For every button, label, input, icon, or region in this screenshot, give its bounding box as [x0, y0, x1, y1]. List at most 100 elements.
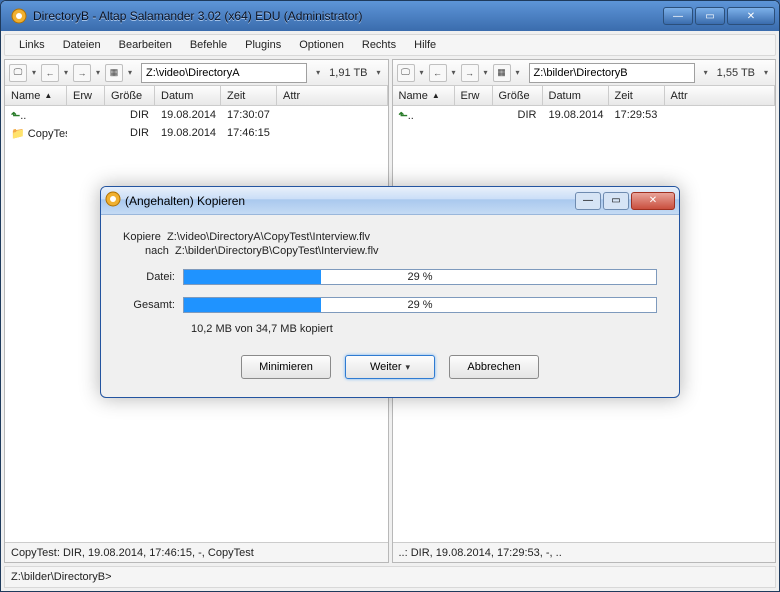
copy-to-label: nach: [145, 245, 169, 257]
back-button[interactable]: ←: [429, 64, 447, 82]
left-status: CopyTest: DIR, 19.08.2014, 17:46:15, -, …: [5, 542, 388, 562]
list-item[interactable]: ⬑.. DIR 19.08.2014 17:29:53: [393, 106, 776, 124]
file-progress-text: 29 %: [184, 270, 656, 284]
total-progress-label: Gesamt:: [123, 299, 183, 311]
titlebar[interactable]: DirectoryB - Altap Salamander 3.02 (x64)…: [1, 1, 779, 31]
close-button[interactable]: ✕: [727, 7, 775, 25]
left-toolbar: 🖵 ▾ ← ▾ → ▾ ▦ ▾ Z:\video\DirectoryA ▾ 1,…: [5, 60, 388, 86]
dialog-title: (Angehalten) Kopieren: [121, 194, 573, 208]
right-path[interactable]: Z:\bilder\DirectoryB: [529, 63, 695, 83]
btn-label: Weiter: [370, 361, 402, 373]
window-title: DirectoryB - Altap Salamander 3.02 (x64)…: [33, 9, 663, 23]
copy-to-path: Z:\bilder\DirectoryB\CopyTest\Interview.…: [175, 245, 379, 257]
left-header: Name ▲ Erw Größe Datum Zeit Attr: [5, 86, 388, 106]
col-attr[interactable]: Attr: [665, 86, 776, 105]
menu-links[interactable]: Links: [11, 37, 53, 53]
menu-hilfe[interactable]: Hilfe: [406, 37, 444, 53]
file-name: ..: [20, 110, 26, 122]
dialog-buttons: Minimieren Weiter ▾ Abbrechen: [123, 355, 657, 379]
col-erw[interactable]: Erw: [455, 86, 493, 105]
file-date: 19.08.2014: [155, 109, 221, 121]
path-dropdown[interactable]: ▾: [701, 64, 711, 82]
forward-dropdown[interactable]: ▾: [93, 64, 103, 82]
left-path[interactable]: Z:\video\DirectoryA: [141, 63, 307, 83]
file-progress-bar: 29 %: [183, 269, 657, 285]
free-dropdown[interactable]: ▾: [761, 64, 771, 82]
file-time: 17:30:07: [221, 109, 277, 121]
maximize-button[interactable]: ▭: [695, 7, 725, 25]
sort-asc-icon: ▲: [44, 91, 52, 100]
continue-button[interactable]: Weiter ▾: [345, 355, 435, 379]
file-date: 19.08.2014: [155, 127, 221, 139]
minimize-button[interactable]: Minimieren: [241, 355, 331, 379]
list-item[interactable]: 📁 CopyTest DIR 19.08.2014 17:46:15: [5, 124, 388, 142]
btn-label: Abbrechen: [467, 361, 520, 373]
col-zeit[interactable]: Zeit: [221, 86, 277, 105]
free-dropdown[interactable]: ▾: [374, 64, 384, 82]
file-name: ..: [408, 110, 414, 122]
file-size: DIR: [105, 109, 155, 121]
back-button[interactable]: ←: [41, 64, 59, 82]
view-dropdown[interactable]: ▾: [513, 64, 523, 82]
dialog-minimize-button[interactable]: —: [575, 192, 601, 210]
file-progress-row: Datei: 29 %: [123, 269, 657, 285]
app-icon: [11, 8, 27, 24]
path-dropdown[interactable]: ▾: [313, 64, 323, 82]
view-button[interactable]: ▦: [105, 64, 123, 82]
col-zeit[interactable]: Zeit: [609, 86, 665, 105]
cancel-button[interactable]: Abbrechen: [449, 355, 539, 379]
right-toolbar: 🖵 ▾ ← ▾ → ▾ ▦ ▾ Z:\bilder\DirectoryB ▾ 1…: [393, 60, 776, 86]
total-progress-row: Gesamt: 29 %: [123, 297, 657, 313]
menu-plugins[interactable]: Plugins: [237, 37, 289, 53]
menubar: Links Dateien Bearbeiten Befehle Plugins…: [4, 34, 776, 56]
sort-asc-icon: ▲: [432, 91, 440, 100]
menu-rechts[interactable]: Rechts: [354, 37, 404, 53]
view-dropdown[interactable]: ▾: [125, 64, 135, 82]
file-time: 17:46:15: [221, 127, 277, 139]
col-name[interactable]: Name ▲: [5, 86, 67, 105]
up-icon: ⬑: [11, 110, 20, 122]
col-datum[interactable]: Datum: [543, 86, 609, 105]
file-size: DIR: [493, 109, 543, 121]
col-name-label: Name: [11, 90, 40, 102]
right-header: Name▲ Erw Größe Datum Zeit Attr: [393, 86, 776, 106]
forward-button[interactable]: →: [73, 64, 91, 82]
dialog-maximize-button[interactable]: ▭: [603, 192, 629, 210]
chevron-down-icon: ▾: [406, 362, 411, 373]
menu-befehle[interactable]: Befehle: [182, 37, 235, 53]
col-erw[interactable]: Erw: [67, 86, 105, 105]
list-item[interactable]: ⬑.. DIR 19.08.2014 17:30:07: [5, 106, 388, 124]
right-free: 1,55 TB: [713, 67, 759, 79]
command-line[interactable]: Z:\bilder\DirectoryB>: [4, 566, 776, 588]
dialog-titlebar[interactable]: (Angehalten) Kopieren — ▭ ✕: [101, 187, 679, 215]
menu-bearbeiten[interactable]: Bearbeiten: [111, 37, 180, 53]
back-dropdown[interactable]: ▾: [449, 64, 459, 82]
col-name[interactable]: Name▲: [393, 86, 455, 105]
col-datum[interactable]: Datum: [155, 86, 221, 105]
app-icon: [105, 191, 121, 210]
view-button[interactable]: ▦: [493, 64, 511, 82]
drive-icon[interactable]: 🖵: [397, 64, 415, 82]
folder-icon: 📁: [11, 128, 25, 140]
file-size: DIR: [105, 127, 155, 139]
menu-dateien[interactable]: Dateien: [55, 37, 109, 53]
forward-button[interactable]: →: [461, 64, 479, 82]
col-groesse[interactable]: Größe: [105, 86, 155, 105]
drive-dropdown[interactable]: ▾: [417, 64, 427, 82]
dialog-close-button[interactable]: ✕: [631, 192, 675, 210]
minimize-button[interactable]: —: [663, 7, 693, 25]
file-date: 19.08.2014: [543, 109, 609, 121]
file-name: CopyTest: [28, 128, 67, 140]
back-dropdown[interactable]: ▾: [61, 64, 71, 82]
col-attr[interactable]: Attr: [277, 86, 388, 105]
menu-optionen[interactable]: Optionen: [291, 37, 352, 53]
col-groesse[interactable]: Größe: [493, 86, 543, 105]
copy-from-path: Z:\video\DirectoryA\CopyTest\Interview.f…: [167, 231, 370, 243]
copied-text: 10,2 MB von 34,7 MB kopiert: [191, 323, 657, 335]
file-progress-label: Datei:: [123, 271, 183, 283]
drive-icon[interactable]: 🖵: [9, 64, 27, 82]
total-progress-text: 29 %: [184, 298, 656, 312]
drive-dropdown[interactable]: ▾: [29, 64, 39, 82]
dialog-body: Kopiere Z:\video\DirectoryA\CopyTest\Int…: [101, 215, 679, 397]
forward-dropdown[interactable]: ▾: [481, 64, 491, 82]
